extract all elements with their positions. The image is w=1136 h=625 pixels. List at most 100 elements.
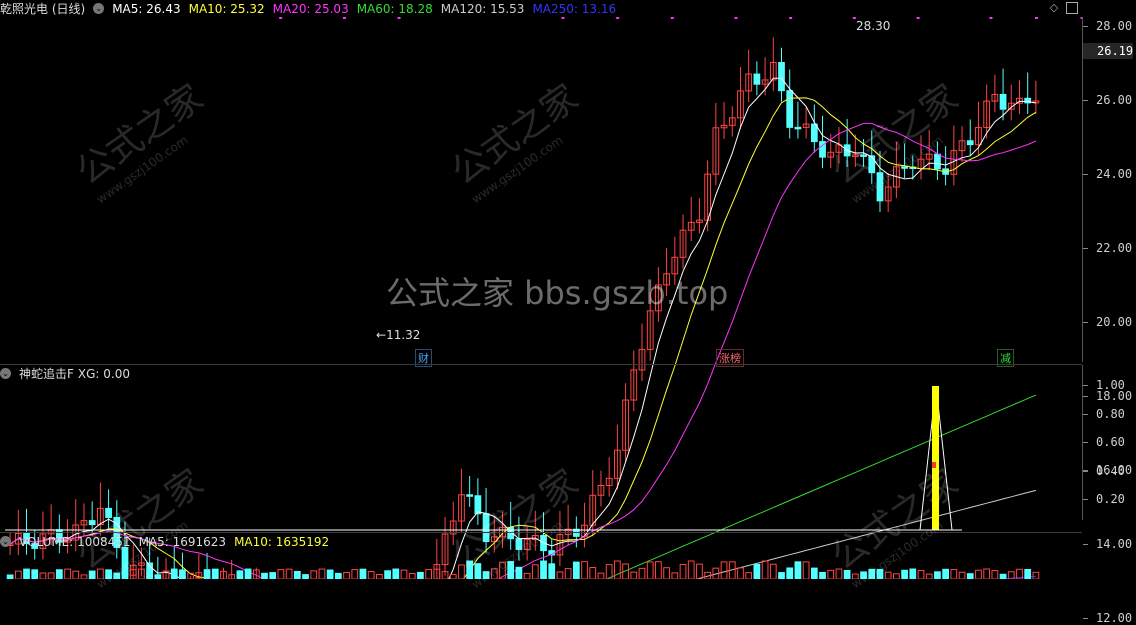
volume-bar [318,568,326,579]
volume-bar [293,570,301,579]
signal-dot [670,17,674,19]
candle-body [474,495,482,515]
volume-bar [310,570,318,579]
candle-body [515,538,523,550]
volume-bar [105,569,112,579]
volume-bar [589,566,597,579]
volume-settings-icon[interactable]: ⌄ [0,536,11,547]
panel-divider[interactable] [0,364,1082,365]
ma20-value: MA20: 25.03 [272,1,349,16]
indicator-title[interactable]: 神蛇追击F [19,365,74,382]
candle-body [778,62,785,92]
volume-bar [630,571,638,579]
volume-bar [614,560,621,579]
volume-bar [851,573,859,579]
volume-bar [523,572,531,579]
volume-bar [769,563,777,579]
volume-bar [572,561,580,579]
price-tick-label: 20.00 [1096,315,1133,329]
volume-bar [326,569,334,579]
volume-bar [211,568,219,579]
volume-bar [458,564,465,579]
volume-bar [786,567,794,579]
volume-bar [392,568,400,579]
price-chart[interactable] [0,0,1082,579]
indicator-settings-icon[interactable]: ⌄ [0,368,11,379]
volume-bar [966,573,974,579]
volume-bar [794,561,802,579]
indicator-tick-label: 0.20 [1096,492,1125,507]
indicator-tick-label: 0.80 [1096,406,1125,421]
volume-bar [507,561,515,579]
volume-bar [843,569,851,579]
signal-dot [342,17,346,19]
volume-bar [179,569,186,579]
volume-bar [655,561,662,579]
volume-bar [474,563,482,579]
volume-value: VOLUME: 1008451 [19,534,131,549]
volume-bar [597,572,605,579]
volume-bar [540,560,547,579]
volume-bar [893,573,900,579]
volume-bar [819,571,826,579]
indicator-tick-label: 1.00 [1096,378,1125,392]
settings-circle-icon[interactable]: ⌄ [93,3,105,14]
volume-bar [925,573,933,579]
volume-bar [835,568,843,579]
volume-bar [121,572,129,579]
candle-body [934,153,941,170]
candle-body [794,126,802,130]
tick-mark [1083,396,1088,397]
stock-title[interactable]: 乾照光电 (日线) [0,0,85,17]
candle-body [753,73,761,85]
current-price-box: 26.19 [1083,43,1133,59]
volume-bar [302,574,309,579]
volume-bar [745,572,753,579]
panel-toggle-icon[interactable] [1066,2,1078,14]
volume-bar [564,568,572,579]
tick-mark [1083,413,1088,415]
volume-bar [244,568,252,579]
volume-bar [810,567,818,579]
tick-mark [1083,174,1088,175]
volume-bar [351,569,359,579]
volume-bar [884,571,892,579]
volume-bar [671,572,679,579]
volume-bar [909,568,917,579]
volume-bar [408,572,416,579]
volume-bar [269,572,277,579]
volume-bar [170,568,178,579]
volume-bar [64,568,71,579]
volume-bar [1024,568,1032,579]
candle-body [105,507,112,518]
volume-bar [203,569,211,579]
indicator-signal-bar [932,386,939,530]
volume-bar [975,569,982,579]
volume-bar [55,569,63,579]
low-price-label: ←11.32 [376,328,421,342]
ma-legend-bar: 乾照光电 (日线) ⌄ MA5: 26.43 MA10: 25.32 MA20:… [0,0,624,17]
indicator-marker [932,462,936,468]
candle-body [121,546,129,576]
diamond-icon[interactable]: ◇ [1048,2,1060,14]
volume-legend-bar: ⌄ VOLUME: 1008451 MA5: 1691623 MA10: 163… [0,533,337,550]
volume-bar [417,571,424,579]
volume-bar [334,572,342,579]
volume-bar [88,570,96,579]
candle-body [810,123,818,143]
volume-bar [482,571,490,579]
volume-bar [154,574,162,579]
indicator-legend-bar: ⌄ 神蛇追击F XG: 0.00 [0,365,138,382]
candle-body [901,166,908,169]
ma60-value: MA60: 18.28 [356,1,433,16]
volume-bar [113,572,121,579]
volume-bar [720,561,728,579]
signal-dot [734,17,738,19]
indicator-tick-label: 0.40 [1096,463,1125,478]
volume-bar [515,566,523,579]
volume-bar [72,570,80,579]
ma5-value: MA5: 26.43 [112,1,181,16]
volume-bar [556,571,564,579]
volume-bar [679,563,687,579]
volume-bar [80,574,88,579]
